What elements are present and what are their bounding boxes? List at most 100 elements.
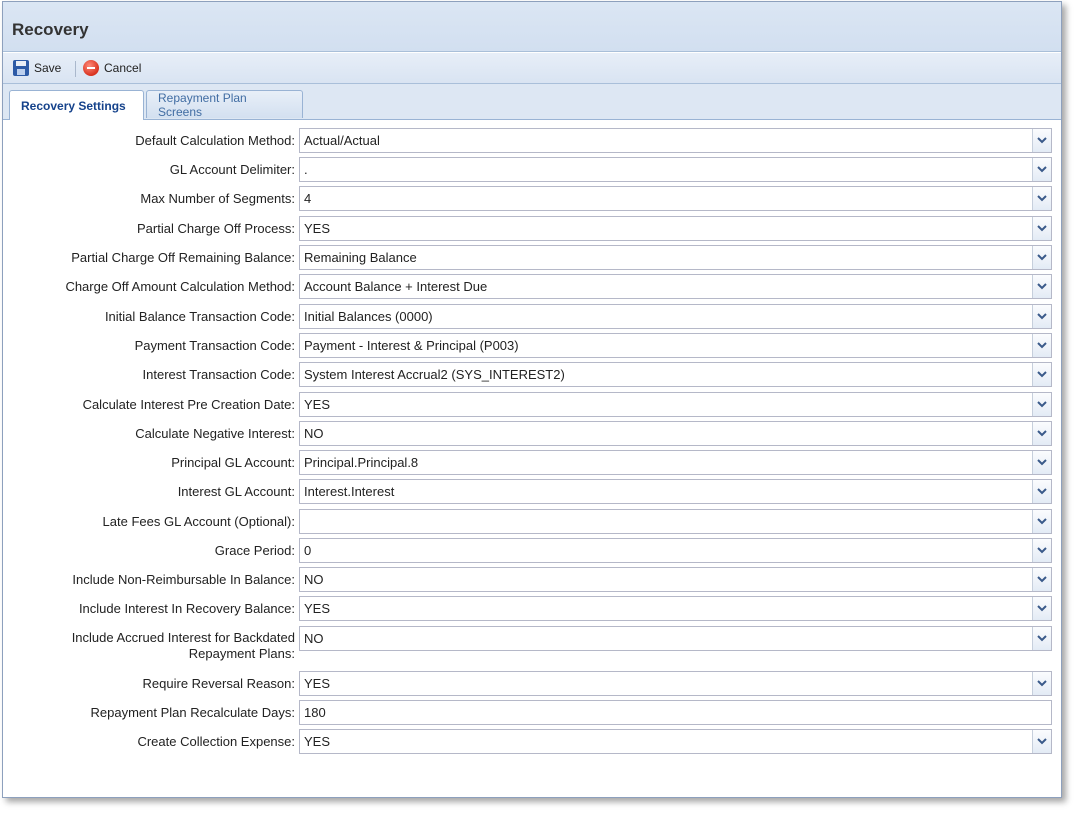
window-title: Recovery xyxy=(12,20,89,39)
chevron-down-icon[interactable] xyxy=(1032,363,1051,386)
field-value: 180 xyxy=(304,705,326,720)
chevron-down-icon[interactable] xyxy=(1032,187,1051,210)
field-value: 0 xyxy=(304,543,312,558)
include-interest-in-recovery-balance-select[interactable]: YES xyxy=(299,596,1052,621)
payment-transaction-code-select[interactable]: Payment - Interest & Principal (P003) xyxy=(299,333,1052,358)
field-label: Partial Charge Off Process: xyxy=(137,221,295,236)
tab-strip: Recovery Settings Repayment Plan Screens xyxy=(3,84,1061,120)
field-label: Charge Off Amount Calculation Method: xyxy=(65,279,295,294)
principal-gl-account-select[interactable]: Principal.Principal.8 xyxy=(299,450,1052,475)
repayment-plan-recalculate-days-input[interactable]: 180 xyxy=(299,700,1052,725)
calculate-interest-pre-creation-date-select[interactable]: YES xyxy=(299,392,1052,417)
field-value: YES xyxy=(304,676,331,691)
chevron-down-icon[interactable] xyxy=(1032,246,1051,269)
field-label: GL Account Delimiter: xyxy=(169,162,295,177)
grace-period-select[interactable]: 0 xyxy=(299,538,1052,563)
field-value: System Interest Accrual2 (SYS_INTEREST2) xyxy=(304,367,565,382)
field-value: Principal.Principal.8 xyxy=(304,455,419,470)
chevron-down-icon[interactable] xyxy=(1032,627,1051,650)
save-icon xyxy=(13,60,29,76)
toolbar-separator xyxy=(75,61,76,77)
recovery-settings-form: Default Calculation Method: Actual/Actua… xyxy=(3,120,1061,797)
field-label: Principal GL Account: xyxy=(171,455,295,470)
chevron-down-icon[interactable] xyxy=(1032,158,1051,181)
chevron-down-icon[interactable] xyxy=(1032,275,1051,298)
field-value: NO xyxy=(304,572,324,587)
field-label-line: Repayment Plans: xyxy=(188,646,295,661)
field-value: Initial Balances (0000) xyxy=(304,309,433,324)
cancel-button[interactable]: Cancel xyxy=(83,57,141,79)
field-label: Interest Transaction Code: xyxy=(142,367,295,382)
tab-label: Recovery Settings xyxy=(21,98,126,113)
field-label: Interest GL Account: xyxy=(177,484,295,499)
field-label: Include Non-Reimbursable In Balance: xyxy=(72,572,295,587)
cancel-label: Cancel xyxy=(104,61,142,75)
field-value: Interest.Interest xyxy=(304,484,395,499)
field-label: Calculate Negative Interest: xyxy=(135,426,295,441)
interest-transaction-code-select[interactable]: System Interest Accrual2 (SYS_INTEREST2) xyxy=(299,362,1052,387)
field-label: Repayment Plan Recalculate Days: xyxy=(90,705,296,720)
chevron-down-icon[interactable] xyxy=(1032,480,1051,503)
chevron-down-icon[interactable] xyxy=(1032,672,1051,695)
title-bar: Recovery xyxy=(3,2,1061,52)
interest-gl-account-select[interactable]: Interest.Interest xyxy=(299,479,1052,504)
create-collection-expense-select[interactable]: YES xyxy=(299,729,1052,754)
field-label: Calculate Interest Pre Creation Date: xyxy=(82,397,295,412)
field-label: Include Accrued Interest for Backdated R… xyxy=(5,630,295,662)
field-label: Grace Period: xyxy=(214,543,295,558)
field-value: Remaining Balance xyxy=(304,250,417,265)
chevron-down-icon[interactable] xyxy=(1032,510,1051,533)
include-non-reimbursable-select[interactable]: NO xyxy=(299,567,1052,592)
chevron-down-icon[interactable] xyxy=(1032,730,1051,753)
calculate-negative-interest-select[interactable]: NO xyxy=(299,421,1052,446)
field-value: YES xyxy=(304,221,331,236)
default-calculation-method-select[interactable]: Actual/Actual xyxy=(299,128,1052,153)
tab-label: Repayment Plan Screens xyxy=(158,90,247,119)
initial-balance-transaction-code-select[interactable]: Initial Balances (0000) xyxy=(299,304,1052,329)
cancel-icon xyxy=(83,60,99,76)
field-value: NO xyxy=(304,631,324,646)
field-value: YES xyxy=(304,734,331,749)
save-button[interactable]: Save xyxy=(13,57,61,79)
chevron-down-icon[interactable] xyxy=(1032,217,1051,240)
chevron-down-icon[interactable] xyxy=(1032,334,1051,357)
field-label: Create Collection Expense: xyxy=(137,734,295,749)
partial-charge-off-remaining-balance-select[interactable]: Remaining Balance xyxy=(299,245,1052,270)
max-number-of-segments-select[interactable]: 4 xyxy=(299,186,1052,211)
late-fees-gl-account-select[interactable] xyxy=(299,509,1052,534)
field-value: YES xyxy=(304,397,331,412)
chevron-down-icon[interactable] xyxy=(1032,451,1051,474)
require-reversal-reason-select[interactable]: YES xyxy=(299,671,1052,696)
tab-repayment-plan-screens[interactable]: Repayment Plan Screens xyxy=(146,90,303,119)
field-value: Account Balance + Interest Due xyxy=(304,279,488,294)
save-label: Save xyxy=(34,61,62,75)
chevron-down-icon[interactable] xyxy=(1032,568,1051,591)
include-accrued-interest-backdated-select[interactable]: NO xyxy=(299,626,1052,651)
field-label: Require Reversal Reason: xyxy=(142,676,295,691)
chevron-down-icon[interactable] xyxy=(1032,597,1051,620)
field-label: Include Interest In Recovery Balance: xyxy=(78,601,295,616)
gl-account-delimiter-select[interactable]: . xyxy=(299,157,1052,182)
tab-recovery-settings[interactable]: Recovery Settings xyxy=(9,90,144,120)
field-label: Late Fees GL Account (Optional): xyxy=(102,514,295,529)
field-label: Default Calculation Method: xyxy=(135,133,295,148)
field-value: Payment - Interest & Principal (P003) xyxy=(304,338,519,353)
charge-off-amount-calculation-method-select[interactable]: Account Balance + Interest Due xyxy=(299,274,1052,299)
field-label: Initial Balance Transaction Code: xyxy=(104,309,295,324)
field-value: Actual/Actual xyxy=(304,133,380,148)
field-value: . xyxy=(304,162,308,177)
chevron-down-icon[interactable] xyxy=(1032,539,1051,562)
field-value: 4 xyxy=(304,191,312,206)
toolbar: Save Cancel xyxy=(3,53,1061,84)
chevron-down-icon[interactable] xyxy=(1032,129,1051,152)
field-value: YES xyxy=(304,601,331,616)
field-label: Payment Transaction Code: xyxy=(134,338,295,353)
recovery-window: Recovery Save Cancel Recovery Settings R… xyxy=(2,1,1062,798)
field-value: NO xyxy=(304,426,324,441)
chevron-down-icon[interactable] xyxy=(1032,422,1051,445)
field-label: Partial Charge Off Remaining Balance: xyxy=(71,250,295,265)
chevron-down-icon[interactable] xyxy=(1032,393,1051,416)
chevron-down-icon[interactable] xyxy=(1032,305,1051,328)
partial-charge-off-process-select[interactable]: YES xyxy=(299,216,1052,241)
field-label-line: Include Accrued Interest for Backdated xyxy=(71,630,295,645)
